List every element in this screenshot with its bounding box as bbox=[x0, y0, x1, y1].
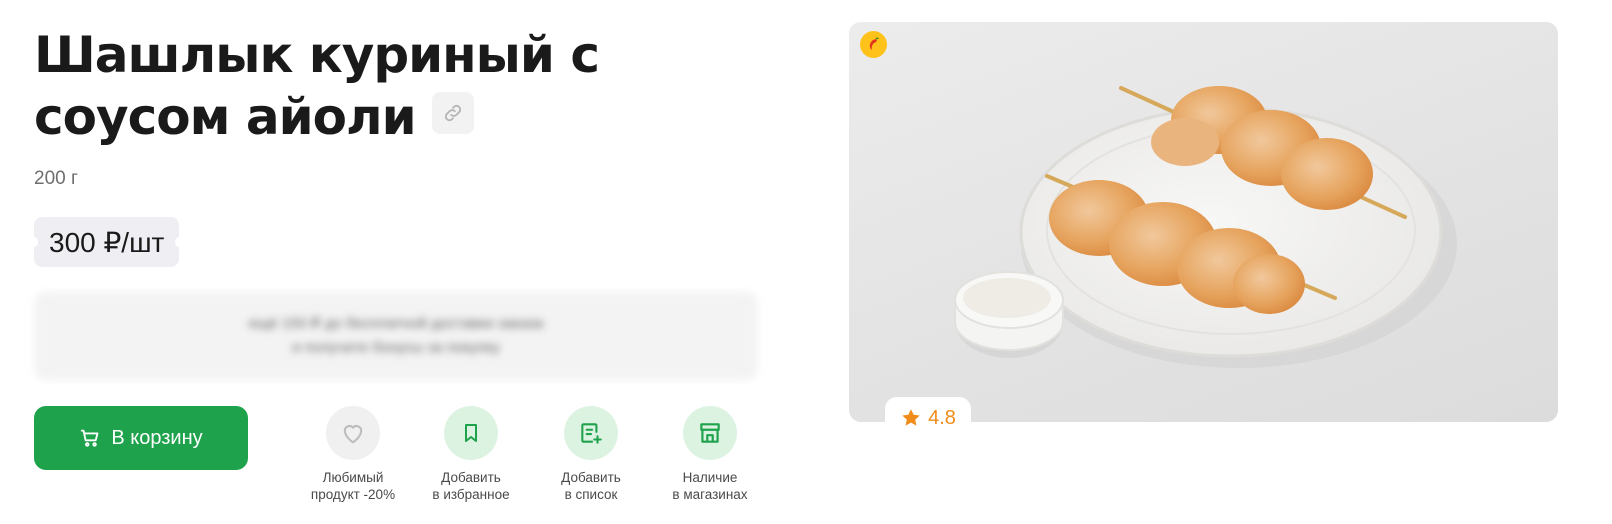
store-availability-label-line1: Наличие bbox=[682, 470, 738, 485]
product-title: Шашлык куриный с соусом айоли bbox=[34, 24, 794, 148]
promo-line-2: и получите бонусы за покупку bbox=[292, 339, 500, 356]
store-availability-label: Наличие в магазинах bbox=[672, 469, 747, 503]
store-availability-button[interactable]: Наличие в магазинах bbox=[645, 406, 775, 503]
add-to-favorites-label-line2: в избранное bbox=[432, 487, 510, 502]
chicken-skewer-illustration bbox=[954, 86, 1457, 368]
product-photo bbox=[849, 22, 1558, 422]
add-to-list-label-line1: Добавить bbox=[561, 470, 621, 485]
list-add-icon bbox=[581, 423, 602, 444]
product-title-text: Шашлык куриный с соусом айоли bbox=[34, 26, 600, 146]
chili-pepper-icon bbox=[869, 37, 879, 50]
rating-badge: 4.8 bbox=[885, 397, 971, 439]
favorite-product-label: Любимый продукт -20% bbox=[311, 469, 395, 503]
link-icon bbox=[444, 104, 461, 121]
favorite-product-button[interactable]: Любимый продукт -20% bbox=[288, 406, 418, 503]
add-to-list-label: Добавить в список bbox=[561, 469, 621, 503]
add-to-cart-label: В корзину bbox=[111, 426, 203, 449]
price-tag: 300 ₽/шт bbox=[30, 217, 184, 267]
favorite-product-label-line1: Любимый bbox=[322, 470, 384, 485]
add-to-favorites-label-line1: Добавить bbox=[441, 470, 501, 485]
copy-link-button[interactable] bbox=[431, 91, 474, 134]
favorite-product-circle bbox=[326, 406, 380, 460]
price-notch-left bbox=[30, 237, 38, 247]
add-to-favorites-button[interactable]: Добавить в избранное bbox=[406, 406, 536, 503]
add-to-favorites-label: Добавить в избранное bbox=[432, 469, 509, 503]
add-to-list-circle bbox=[564, 406, 618, 460]
bookmark-icon bbox=[465, 424, 477, 442]
delivery-promo-banner: ещё 150 ₽ до бесплатной доставки заказа … bbox=[34, 292, 758, 380]
store-icon bbox=[700, 423, 720, 443]
product-weight: 200 г bbox=[34, 168, 78, 189]
price-notch-right bbox=[175, 237, 184, 247]
rating-value: 4.8 bbox=[928, 406, 956, 429]
promo-line-1: ещё 150 ₽ до бесплатной доставки заказа bbox=[248, 315, 544, 332]
add-to-favorites-circle bbox=[444, 406, 498, 460]
heart-icon bbox=[343, 425, 363, 444]
hot-badge bbox=[860, 31, 887, 58]
add-to-list-label-line2: в список bbox=[564, 487, 618, 502]
cart-icon bbox=[81, 429, 99, 447]
add-to-cart-button[interactable]: В корзину bbox=[34, 406, 248, 470]
add-to-list-button[interactable]: Добавить в список bbox=[526, 406, 656, 503]
store-availability-circle bbox=[683, 406, 737, 460]
star-icon bbox=[902, 409, 920, 426]
price-value: 300 ₽/шт bbox=[49, 226, 165, 258]
store-availability-label-line2: в магазинах bbox=[672, 487, 748, 502]
favorite-product-label-line2: продукт -20% bbox=[310, 487, 396, 502]
